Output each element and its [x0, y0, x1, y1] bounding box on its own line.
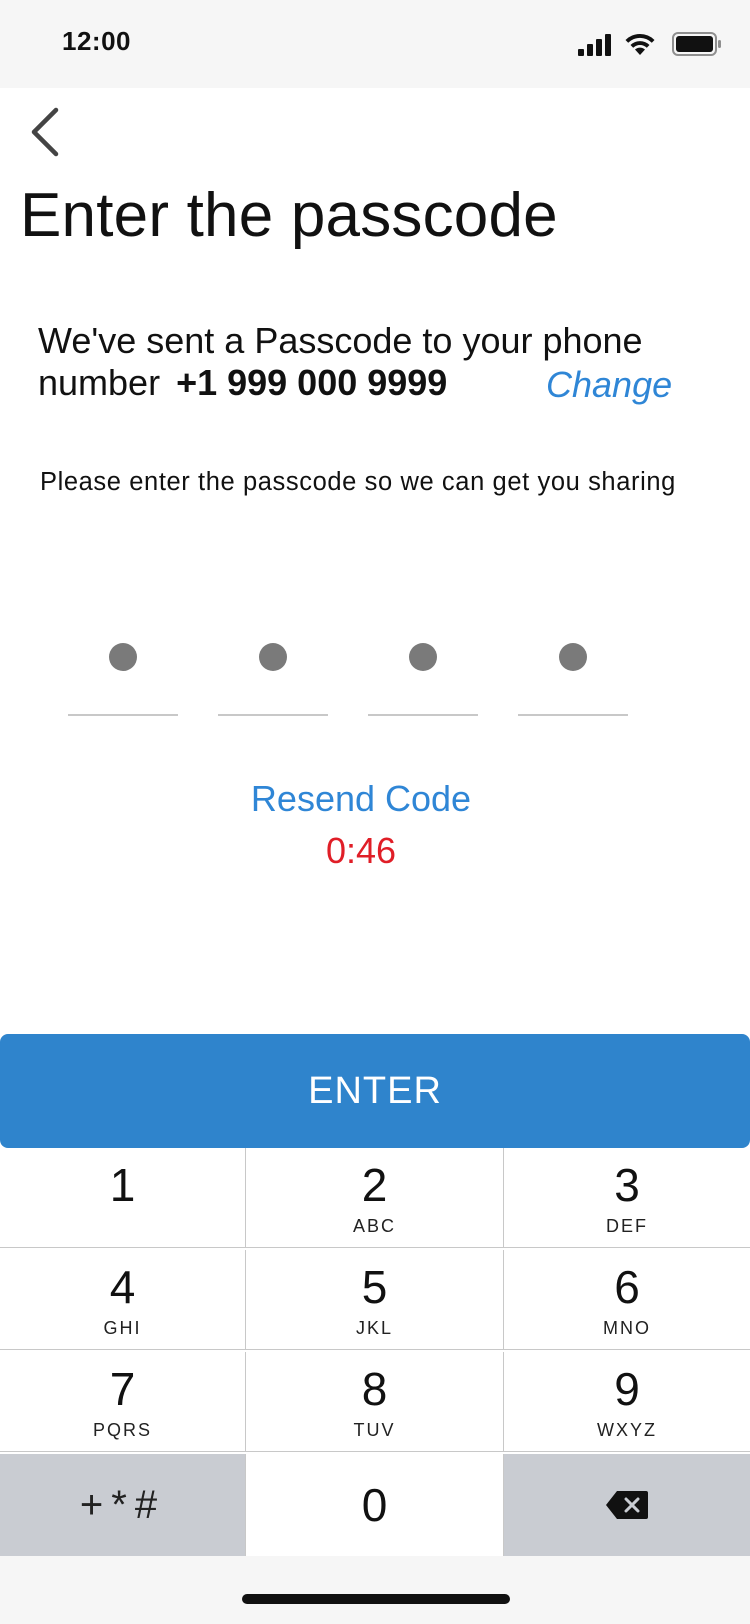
key-number: 0	[361, 1479, 388, 1531]
wifi-icon	[625, 33, 655, 55]
filled-dot	[409, 643, 437, 671]
key-letters: WXYZ	[597, 1419, 657, 1440]
backspace-icon	[606, 1491, 648, 1519]
filled-dot	[559, 643, 587, 671]
digit-underline	[68, 714, 178, 716]
filled-dot	[259, 643, 287, 671]
key-letters: PQRS	[92, 1419, 152, 1440]
key-number: 7	[109, 1362, 136, 1415]
status-bar: 12:00	[0, 0, 750, 88]
enter-button[interactable]: ENTER	[0, 1034, 750, 1148]
key-symbols[interactable]: +*#	[0, 1454, 246, 1556]
home-indicator[interactable]	[242, 1594, 510, 1604]
numeric-keypad: 1 2 ABC 3 DEF 4 GHI 5 JKL 6 MNO 7 PQRS 8…	[0, 1148, 750, 1556]
message-number-label: number	[38, 362, 161, 403]
key-3[interactable]: 3 DEF	[504, 1148, 750, 1248]
key-8[interactable]: 8 TUV	[246, 1352, 504, 1452]
key-number: 1	[109, 1158, 136, 1211]
message-line-2: number +1 999 000 9999 Change	[38, 362, 718, 406]
key-5[interactable]: 5 JKL	[246, 1250, 504, 1350]
passcode-sent-message: We've sent a Passcode to your phone numb…	[38, 320, 718, 406]
battery-icon	[672, 32, 721, 56]
key-number: 9	[614, 1362, 640, 1415]
digit-underline	[518, 714, 628, 716]
key-letters: ABC	[352, 1215, 396, 1236]
passcode-digit-4[interactable]	[518, 620, 628, 716]
filled-dot	[109, 643, 137, 671]
key-0[interactable]: 0	[246, 1454, 504, 1556]
cellular-signal-icon	[578, 34, 611, 56]
key-letters: GHI	[103, 1317, 142, 1338]
key-number: 5	[361, 1260, 388, 1313]
message-line-1: We've sent a Passcode to your phone	[38, 320, 643, 361]
key-number: 4	[109, 1260, 136, 1313]
passcode-digit-1[interactable]	[68, 620, 178, 716]
key-letters: MNO	[603, 1317, 651, 1338]
key-7[interactable]: 7 PQRS	[0, 1352, 246, 1452]
key-number: 8	[361, 1362, 388, 1415]
key-number: 3	[614, 1158, 640, 1211]
resend-code-link[interactable]: Resend Code	[0, 778, 750, 820]
key-backspace[interactable]	[504, 1454, 750, 1556]
instruction-text: Please enter the passcode so we can get …	[40, 468, 676, 496]
change-number-link[interactable]: Change	[546, 364, 672, 406]
back-button[interactable]	[22, 102, 72, 162]
resend-countdown-timer: 0:46	[325, 830, 397, 871]
passcode-digit-2[interactable]	[218, 620, 328, 716]
page-title: Enter the passcode	[20, 181, 558, 250]
home-indicator-area	[0, 1556, 750, 1624]
status-time: 12:00	[62, 26, 131, 56]
key-number: 6	[614, 1260, 640, 1313]
key-4[interactable]: 4 GHI	[0, 1250, 246, 1350]
chevron-left-icon	[31, 107, 59, 157]
key-letters: TUV	[353, 1419, 396, 1440]
key-6[interactable]: 6 MNO	[504, 1250, 750, 1350]
symbols-label: +*#	[79, 1482, 166, 1527]
digit-underline	[368, 714, 478, 716]
key-letters: JKL	[355, 1317, 394, 1338]
passcode-screen: 12:00 Enter the passcode We've sent a Pa…	[0, 0, 750, 1624]
passcode-digit-3[interactable]	[368, 620, 478, 716]
key-1[interactable]: 1	[0, 1148, 246, 1248]
key-letters: DEF	[606, 1215, 648, 1236]
key-number: 2	[361, 1158, 388, 1211]
key-9[interactable]: 9 WXYZ	[504, 1352, 750, 1452]
digit-underline	[218, 714, 328, 716]
key-2[interactable]: 2 ABC	[246, 1148, 504, 1248]
phone-number: +1 999 000 9999	[176, 362, 448, 403]
